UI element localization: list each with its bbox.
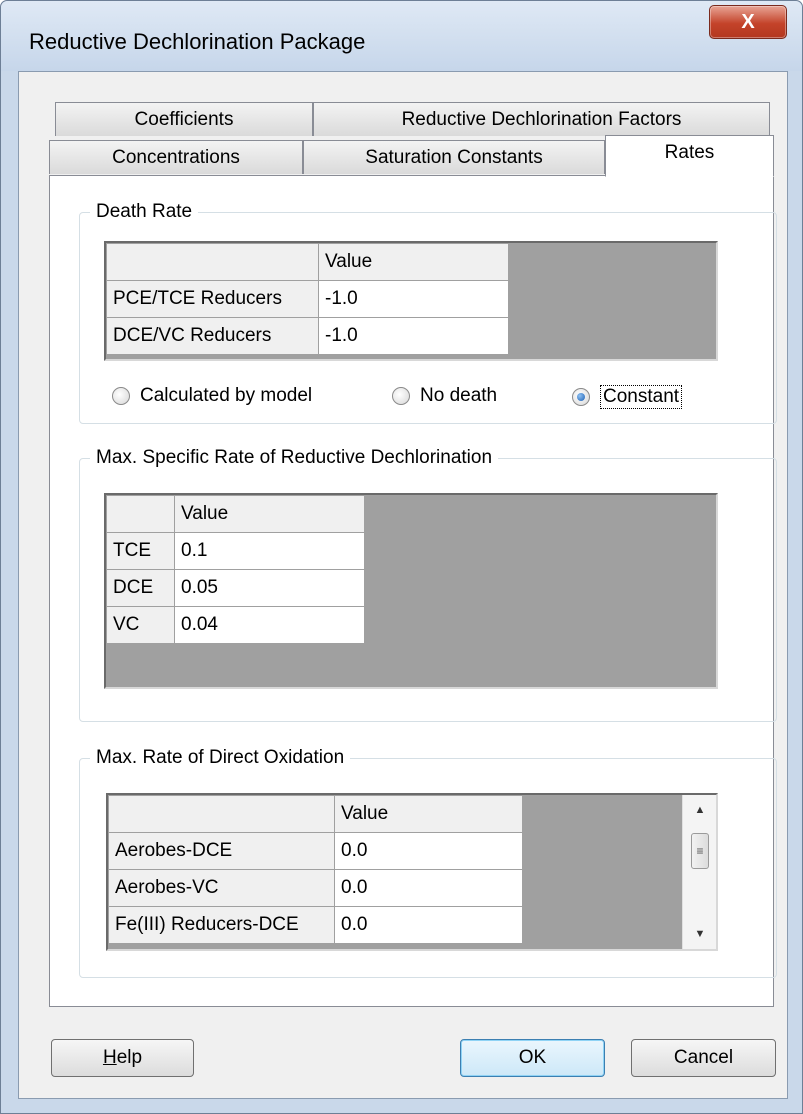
row-header: Aerobes-DCE bbox=[108, 832, 335, 870]
table-row[interactable]: VC 0.04 bbox=[106, 606, 365, 644]
radio-calculated-by-model[interactable]: Calculated by model bbox=[112, 385, 312, 407]
radio-label: Calculated by model bbox=[140, 385, 313, 406]
tab-reductive-dechlorination-factors[interactable]: Reductive Dechlorination Factors bbox=[313, 102, 770, 136]
corner-cell bbox=[106, 495, 175, 533]
max-specific-rate-group: Max. Specific Rate of Reductive Dechlori… bbox=[79, 447, 777, 722]
column-header-value: Value bbox=[318, 243, 509, 281]
scroll-thumb[interactable]: ≡ bbox=[691, 833, 709, 869]
tab-coefficients[interactable]: Coefficients bbox=[55, 102, 313, 136]
value-cell[interactable]: 0.0 bbox=[334, 832, 523, 870]
cancel-button[interactable]: Cancel bbox=[631, 1039, 776, 1077]
value-cell[interactable]: -1.0 bbox=[318, 280, 509, 318]
ok-button-label: OK bbox=[518, 1047, 547, 1068]
radio-label: Constant bbox=[600, 385, 683, 409]
tab-label: Coefficients bbox=[134, 109, 234, 130]
row-header: PCE/TCE Reducers bbox=[106, 280, 319, 318]
column-header-value: Value bbox=[334, 795, 523, 833]
table-row[interactable]: Aerobes-DCE 0.0 bbox=[108, 832, 523, 870]
table-row[interactable]: Aerobes-VC 0.0 bbox=[108, 869, 523, 907]
table-header-row: Value bbox=[106, 243, 509, 281]
column-header-value: Value bbox=[174, 495, 365, 533]
window-title: Reductive Dechlorination Package bbox=[29, 29, 366, 54]
title-bar[interactable]: Reductive Dechlorination Package X bbox=[1, 1, 802, 71]
radio-unselected-icon bbox=[392, 387, 410, 405]
row-header: Aerobes-VC bbox=[108, 869, 335, 907]
max-rate-oxidation-table: Value Aerobes-DCE 0.0 Aerobes-VC 0.0 Fe(… bbox=[108, 795, 523, 944]
table-row[interactable]: Fe(III) Reducers-DCE 0.0 bbox=[108, 906, 523, 944]
max-specific-rate-group-label: Max. Specific Rate of Reductive Dechlori… bbox=[90, 447, 499, 469]
radio-constant[interactable]: Constant bbox=[572, 385, 683, 409]
value-cell[interactable]: 0.1 bbox=[174, 532, 365, 570]
radio-label: No death bbox=[420, 385, 498, 406]
tab-label: Reductive Dechlorination Factors bbox=[401, 109, 682, 130]
help-button-label: Help bbox=[102, 1047, 143, 1068]
row-header: TCE bbox=[106, 532, 175, 570]
max-rate-oxidation-group-label: Max. Rate of Direct Oxidation bbox=[90, 747, 351, 769]
help-button[interactable]: Help bbox=[51, 1039, 194, 1077]
row-header: DCE bbox=[106, 569, 175, 607]
value-cell[interactable]: -1.0 bbox=[318, 317, 509, 355]
death-rate-grid[interactable]: Value PCE/TCE Reducers -1.0 DCE/VC Reduc… bbox=[104, 241, 718, 361]
table-row[interactable]: TCE 0.1 bbox=[106, 532, 365, 570]
tab-rates[interactable]: Rates bbox=[605, 135, 774, 177]
cancel-button-label: Cancel bbox=[673, 1047, 734, 1068]
death-rate-group: Death Rate Value PCE/TCE Reducers -1.0 D… bbox=[79, 201, 777, 424]
vertical-scrollbar[interactable]: ▲ ≡ ▼ bbox=[682, 795, 716, 949]
row-header: VC bbox=[106, 606, 175, 644]
max-specific-rate-grid[interactable]: Value TCE 0.1 DCE 0.05 VC 0.04 bbox=[104, 493, 718, 689]
table-header-row: Value bbox=[108, 795, 523, 833]
corner-cell bbox=[108, 795, 335, 833]
close-button[interactable]: X bbox=[709, 5, 787, 39]
scroll-down-arrow-icon[interactable]: ▼ bbox=[683, 919, 716, 949]
radio-selected-icon bbox=[572, 388, 590, 406]
corner-cell bbox=[106, 243, 319, 281]
scroll-up-arrow-icon[interactable]: ▲ bbox=[683, 795, 716, 825]
max-rate-oxidation-grid[interactable]: Value Aerobes-DCE 0.0 Aerobes-VC 0.0 Fe(… bbox=[106, 793, 718, 951]
max-specific-rate-table: Value TCE 0.1 DCE 0.05 VC 0.04 bbox=[106, 495, 365, 644]
radio-no-death[interactable]: No death bbox=[392, 385, 497, 407]
close-icon: X bbox=[741, 11, 755, 33]
value-cell[interactable]: 0.0 bbox=[334, 869, 523, 907]
rates-tab-panel: Death Rate Value PCE/TCE Reducers -1.0 D… bbox=[49, 175, 777, 1007]
row-header: Fe(III) Reducers-DCE bbox=[108, 906, 335, 944]
dialog-window: Reductive Dechlorination Package X Coeff… bbox=[0, 0, 803, 1114]
table-row[interactable]: DCE 0.05 bbox=[106, 569, 365, 607]
value-cell[interactable]: 0.05 bbox=[174, 569, 365, 607]
tab-saturation-constants[interactable]: Saturation Constants bbox=[303, 140, 605, 174]
ok-button[interactable]: OK bbox=[460, 1039, 605, 1077]
tab-label: Rates bbox=[664, 142, 715, 163]
tab-concentrations[interactable]: Concentrations bbox=[49, 140, 303, 174]
max-rate-oxidation-group: Max. Rate of Direct Oxidation Value Aero… bbox=[79, 747, 777, 978]
row-header: DCE/VC Reducers bbox=[106, 317, 319, 355]
table-row[interactable]: DCE/VC Reducers -1.0 bbox=[106, 317, 509, 355]
tab-label: Saturation Constants bbox=[365, 147, 543, 168]
tab-label: Concentrations bbox=[112, 147, 240, 168]
death-rate-options: Calculated by model No death Constant bbox=[112, 385, 772, 415]
value-cell[interactable]: 0.04 bbox=[174, 606, 365, 644]
table-row[interactable]: PCE/TCE Reducers -1.0 bbox=[106, 280, 509, 318]
radio-unselected-icon bbox=[112, 387, 130, 405]
table-header-row: Value bbox=[106, 495, 365, 533]
death-rate-group-label: Death Rate bbox=[90, 201, 199, 223]
death-rate-table: Value PCE/TCE Reducers -1.0 DCE/VC Reduc… bbox=[106, 243, 509, 355]
value-cell[interactable]: 0.0 bbox=[334, 906, 523, 944]
